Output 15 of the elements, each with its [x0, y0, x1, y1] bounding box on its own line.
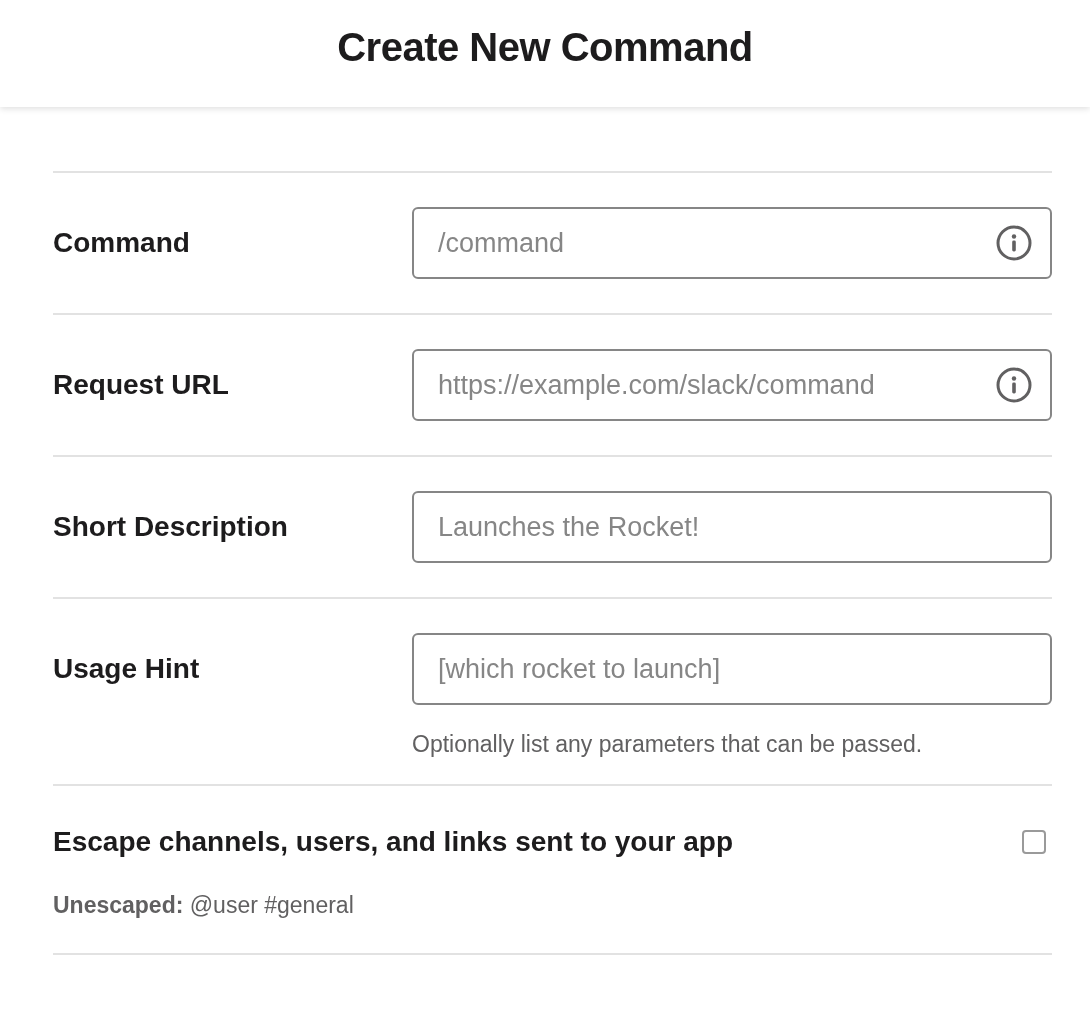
input-field[interactable]: Launches the Rocket! [412, 491, 1052, 563]
input-field[interactable]: https://example.com/slack/command [412, 349, 1052, 421]
field-label: Request URL [53, 368, 230, 402]
input-field[interactable]: /command [412, 207, 1052, 279]
option-label: Escape channels, users, and links sent to your app [53, 826, 733, 858]
field-label: Short Description [53, 510, 289, 544]
info-icon[interactable] [996, 367, 1032, 403]
checkbox[interactable] [1022, 830, 1046, 854]
hint-text: Optionally list any parameters that can be passed. [412, 731, 924, 758]
input-field[interactable]: [which rocket to launch] [412, 633, 1052, 705]
info-icon[interactable] [996, 225, 1032, 261]
page-title: Create New Command [337, 25, 753, 71]
field-label: Command [53, 226, 191, 260]
note-text: Unescaped: @user #general [53, 892, 355, 919]
field-label: Usage Hint [53, 652, 201, 686]
